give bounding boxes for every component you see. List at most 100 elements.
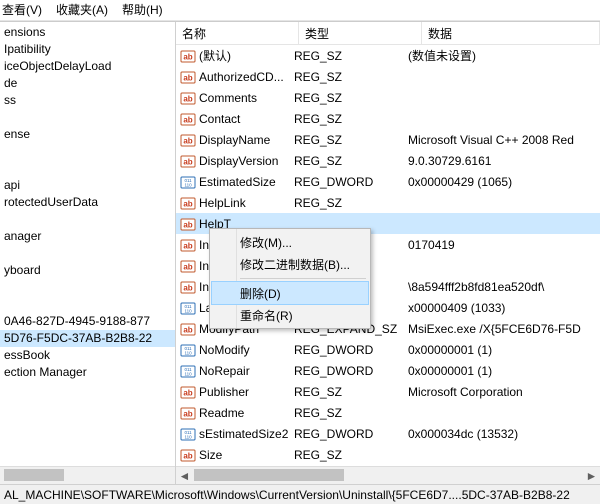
- binary-value-icon: [180, 363, 196, 379]
- string-value-icon: [180, 132, 196, 148]
- value-data: MsiExec.exe /X{5FCE6D76-F5D: [404, 322, 600, 336]
- value-data: \8a594fff2b8fd81ea520df\: [404, 280, 600, 294]
- tree-item[interactable]: [0, 143, 175, 160]
- table-row[interactable]: (默认)REG_SZ(数值未设置): [176, 45, 600, 66]
- string-value-icon: [180, 405, 196, 421]
- value-name: DisplayName: [199, 133, 270, 147]
- value-data: 0170419: [404, 238, 600, 252]
- menu-favorites[interactable]: 收藏夹(A): [56, 0, 108, 20]
- value-data: x00000409 (1033): [404, 301, 600, 315]
- value-data: 9.0.30729.6161: [404, 154, 600, 168]
- value-type: REG_SZ: [290, 406, 404, 420]
- binary-value-icon: [180, 426, 196, 442]
- tree-item[interactable]: ss: [0, 92, 175, 109]
- tree-item[interactable]: 0A46-827D-4945-9188-877: [0, 313, 175, 330]
- menu-modify-binary[interactable]: 修改二进制数据(B)...: [212, 253, 368, 275]
- value-name: (默认): [199, 47, 231, 64]
- tree-item[interactable]: ensions: [0, 24, 175, 41]
- column-data[interactable]: 数据: [422, 22, 600, 44]
- tree-item[interactable]: iceObjectDelayLoad: [0, 58, 175, 75]
- menu-separator: [240, 278, 366, 279]
- scrollbar-thumb[interactable]: [194, 469, 344, 481]
- table-row[interactable]: HelpLink REG_SZ: [176, 192, 600, 213]
- value-type: REG_SZ: [290, 196, 404, 210]
- value-type: REG_DWORD: [290, 427, 404, 441]
- tree-item[interactable]: 5D76-F5DC-37AB-B2B8-22: [0, 330, 175, 347]
- status-bar: AL_MACHINE\SOFTWARE\Microsoft\Windows\Cu…: [0, 484, 600, 504]
- scroll-right-arrow-icon[interactable]: ►: [583, 467, 600, 484]
- string-value-icon: [180, 111, 196, 127]
- scrollbar-thumb[interactable]: [4, 469, 64, 481]
- value-name: AuthorizedCD...: [199, 70, 284, 84]
- column-name[interactable]: 名称: [176, 22, 299, 44]
- value-type: REG_SZ: [290, 112, 404, 126]
- value-type: REG_SZ: [290, 385, 404, 399]
- value-name: Contact: [199, 112, 240, 126]
- menu-view[interactable]: 查看(V): [2, 0, 42, 20]
- value-type: REG_SZ: [290, 154, 404, 168]
- binary-value-icon: [180, 174, 196, 190]
- menu-help[interactable]: 帮助(H): [122, 0, 163, 20]
- value-type: REG_DWORD: [290, 364, 404, 378]
- menu-delete[interactable]: 删除(D): [211, 281, 369, 305]
- value-name: Publisher: [199, 385, 249, 399]
- tree-item[interactable]: [0, 279, 175, 296]
- value-data: Microsoft Visual C++ 2008 Red: [404, 133, 600, 147]
- value-type: REG_DWORD: [290, 175, 404, 189]
- column-type[interactable]: 类型: [299, 22, 422, 44]
- table-row[interactable]: NoModifyREG_DWORD0x00000001 (1): [176, 339, 600, 360]
- string-value-icon: [180, 48, 196, 64]
- string-value-icon: [180, 237, 196, 253]
- registry-tree[interactable]: ensionsIpatibilityiceObjectDelayLoaddess…: [0, 22, 176, 484]
- value-name: HelpLink: [199, 196, 246, 210]
- table-row[interactable]: Contact REG_SZ: [176, 108, 600, 129]
- string-value-icon: [180, 384, 196, 400]
- tree-item[interactable]: [0, 109, 175, 126]
- tree-item[interactable]: anager: [0, 228, 175, 245]
- string-value-icon: [180, 279, 196, 295]
- value-type: REG_DWORD: [290, 343, 404, 357]
- tree-item[interactable]: Ipatibility: [0, 41, 175, 58]
- tree-item[interactable]: ense: [0, 126, 175, 143]
- tree-item[interactable]: ection Manager: [0, 364, 175, 381]
- value-name: Comments: [199, 91, 257, 105]
- table-row[interactable]: ReadmeREG_SZ: [176, 402, 600, 423]
- string-value-icon: [180, 447, 196, 463]
- tree-item[interactable]: [0, 211, 175, 228]
- value-type: REG_SZ: [290, 133, 404, 147]
- table-row[interactable]: sEstimatedSize2REG_DWORD0x000034dc (1353…: [176, 423, 600, 444]
- menu-rename[interactable]: 重命名(R): [212, 304, 368, 326]
- tree-item[interactable]: essBook: [0, 347, 175, 364]
- table-row[interactable]: CommentsREG_SZ: [176, 87, 600, 108]
- table-row[interactable]: DisplayName REG_SZMicrosoft Visual C++ 20…: [176, 129, 600, 150]
- value-data: Microsoft Corporation: [404, 385, 600, 399]
- value-data: 0x00000001 (1): [404, 364, 600, 378]
- context-menu: 修改(M)... 修改二进制数据(B)... 删除(D) 重命名(R): [209, 228, 371, 329]
- value-data: 0x00000429 (1065): [404, 175, 600, 189]
- scroll-left-arrow-icon[interactable]: ◄: [176, 467, 193, 484]
- list-header[interactable]: 名称 类型 数据: [176, 22, 600, 45]
- tree-item[interactable]: [0, 245, 175, 262]
- string-value-icon: [180, 195, 196, 211]
- table-row[interactable]: AuthorizedCD...REG_SZ: [176, 66, 600, 87]
- table-row[interactable]: EstimatedSizeREG_DWORD0x00000429 (1065): [176, 171, 600, 192]
- tree-item[interactable]: [0, 160, 175, 177]
- menu-modify[interactable]: 修改(M)...: [212, 231, 368, 253]
- tree-item[interactable]: [0, 296, 175, 313]
- value-data: (数值未设置): [404, 47, 600, 64]
- value-type: REG_SZ: [290, 448, 404, 462]
- tree-item[interactable]: yboard: [0, 262, 175, 279]
- table-row[interactable]: NoRepair REG_DWORD0x00000001 (1): [176, 360, 600, 381]
- tree-horizontal-scrollbar[interactable]: [0, 466, 175, 484]
- value-name: NoModify: [199, 343, 250, 357]
- value-name: NoRepair: [199, 364, 250, 378]
- string-value-icon: [180, 153, 196, 169]
- table-row[interactable]: Publisher REG_SZMicrosoft Corporation: [176, 381, 600, 402]
- menu-bar: 查看(V) 收藏夹(A) 帮助(H): [0, 0, 600, 21]
- tree-item[interactable]: api: [0, 177, 175, 194]
- tree-item[interactable]: de: [0, 75, 175, 92]
- table-row[interactable]: DisplayVersionREG_SZ9.0.30729.6161: [176, 150, 600, 171]
- tree-item[interactable]: rotectedUserData: [0, 194, 175, 211]
- table-row[interactable]: SizeREG_SZ: [176, 444, 600, 465]
- list-horizontal-scrollbar[interactable]: ◄ ►: [176, 466, 600, 484]
